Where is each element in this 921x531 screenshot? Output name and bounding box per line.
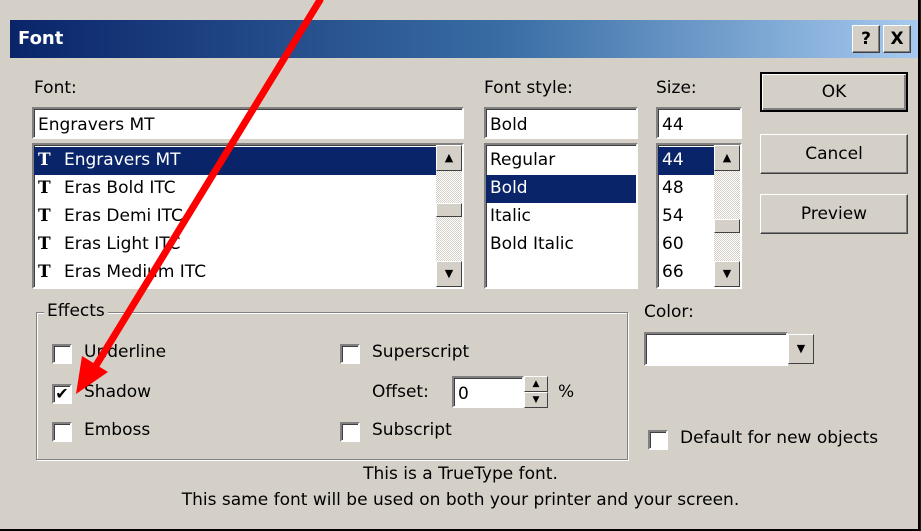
font-dialog: Font ? X Font: Font style: Size: Engrave… — [0, 0, 920, 531]
annotation-arrow-icon — [76, 0, 324, 394]
